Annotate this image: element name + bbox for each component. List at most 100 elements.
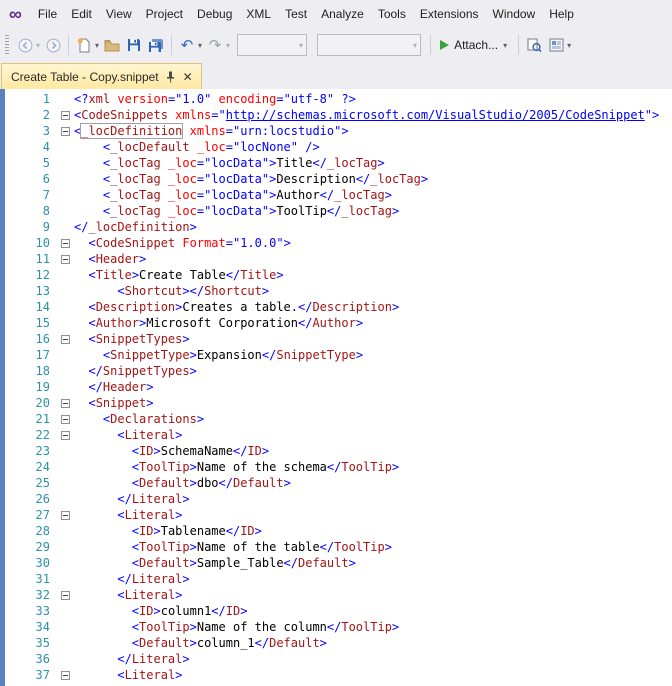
code-token: > [319,636,327,650]
fold-collapse-toggle[interactable] [61,126,70,136]
code-line-6: 6 <_locTag _loc="locData">Description</_… [5,171,672,187]
menu-view[interactable]: View [99,0,139,28]
code-token: Description [312,300,392,314]
code-token: > [175,588,183,602]
fold-collapse-toggle[interactable] [61,430,70,440]
new-file-button[interactable] [73,33,95,57]
code-token: "locData" [204,204,270,218]
code-token: Microsoft Corporation [146,316,298,330]
fold-margin [57,347,74,363]
new-file-dropdown-caret[interactable]: ▾ [95,41,99,50]
menu-test[interactable]: Test [278,0,314,28]
code-token: < [117,508,125,522]
undo-button[interactable]: ↶ [176,33,198,57]
fold-collapse-toggle[interactable] [61,414,70,424]
code-line-19: 19 </Header> [5,379,672,395]
menu-file[interactable]: File [31,0,64,28]
save-button[interactable] [123,33,145,57]
fold-collapse-toggle[interactable] [61,238,70,248]
line-number: 5 [42,156,50,170]
toolbar-combo-1[interactable]: ▾ [237,34,308,56]
line-number: 6 [42,172,50,186]
menu-analyze[interactable]: Analyze [314,0,371,28]
code-token: Tablename [160,524,226,538]
code-text: <ID>Tablename</ID> [74,523,672,539]
code-token: > [153,524,161,538]
undo-icon: ↶ [180,36,194,54]
code-line-23: 23 <ID>SchemaName</ID> [5,443,672,459]
menu-edit[interactable]: Edit [64,0,99,28]
code-line-35: 35 <Default>column_1</Default> [5,635,672,651]
menu-project[interactable]: Project [139,0,190,28]
fold-collapse-toggle[interactable] [61,254,70,264]
toolbar-combo-2[interactable]: ▾ [317,34,422,56]
find-in-files-button[interactable] [523,33,545,57]
code-token: ID [139,524,154,538]
redo-dropdown-caret[interactable]: ▾ [226,41,230,50]
fold-collapse-toggle[interactable] [61,510,70,520]
navigate-back-button[interactable] [14,33,36,57]
code-text: </Literal> [74,491,672,507]
code-token: </ [117,572,132,586]
fold-collapse-toggle[interactable] [61,670,70,680]
attach-dropdown-caret[interactable]: ▾ [503,41,507,50]
fold-collapse-toggle[interactable] [61,398,70,408]
code-text: <Default>Sample_Table</Default> [74,555,672,571]
combo-2-caret: ▾ [413,40,418,50]
code-token: SchemaName [160,444,233,458]
fold-margin [57,427,74,443]
menu-debug[interactable]: Debug [190,0,239,28]
navigate-back-dropdown-caret[interactable]: ▾ [36,41,40,50]
menu-help[interactable]: Help [542,0,581,28]
code-token: > [182,572,190,586]
open-file-button[interactable] [101,33,123,57]
code-token: Literal [124,508,176,522]
line-number: 2 [42,108,50,122]
fold-margin [57,523,74,539]
code-token: Sample_Table [196,556,284,570]
code-token: > [189,220,197,234]
code-token: CodeSnippets [81,108,168,122]
code-token: </ [355,172,371,186]
code-token: _loc [160,188,197,202]
tab-create-table-copy-snippet[interactable]: Create Table - Copy.snippet ✕ [1,63,202,89]
pin-icon[interactable] [166,71,175,83]
code-token: > [139,252,147,266]
fold-margin [57,571,74,587]
fold-collapse-toggle[interactable] [61,590,70,600]
code-token: > [182,332,190,346]
code-token: Default [298,556,349,570]
toolbar-grip[interactable] [5,35,9,55]
menu-tools[interactable]: Tools [371,0,413,28]
fold-collapse-toggle[interactable] [61,110,70,120]
undo-dropdown-caret[interactable]: ▾ [198,41,202,50]
menu-xml[interactable]: XML [239,0,278,28]
code-token: </ [326,460,342,474]
attach-button[interactable]: Attach... ▾ [435,33,514,57]
fold-margin [57,619,74,635]
menu-extensions[interactable]: Extensions [413,0,486,28]
toolbar-separator [430,35,432,55]
navigate-forward-button[interactable] [42,33,64,57]
toolbar-options-caret[interactable]: ▾ [567,41,571,50]
code-token: version [110,92,168,106]
code-editor[interactable]: 1 <?xml version="1.0" encoding="utf-8" ?>… [0,89,672,686]
redo-button[interactable]: ↷ [204,33,226,57]
code-token: </ [117,492,132,506]
close-icon[interactable]: ✕ [182,71,194,83]
save-all-button[interactable] [145,33,167,57]
xml-namespace-link[interactable]: http://schemas.microsoft.com/VisualStudi… [226,108,645,122]
document-tab-bar: Create Table - Copy.snippet ✕ [0,62,672,89]
code-line-32: 32 <Literal> [5,587,672,603]
fold-margin [57,555,74,571]
line-number: 27 [35,508,50,522]
code-token: > [348,556,356,570]
menu-window[interactable]: Window [486,0,543,28]
solution-explorer-button[interactable] [545,33,567,57]
fold-collapse-toggle[interactable] [61,334,70,344]
